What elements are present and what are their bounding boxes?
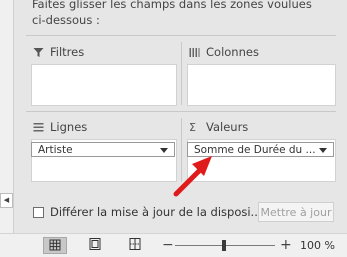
columns-zone-title: Colonnes (189, 45, 259, 59)
page-break-view-button[interactable] (124, 237, 148, 254)
update-button[interactable]: Mettre à jour (258, 202, 334, 222)
zones-vertical-divider-top (181, 42, 182, 105)
columns-icon (189, 47, 200, 58)
red-arrow-annotation (173, 156, 212, 197)
drag-instructions: Faites glisser les champs dans les zones… (32, 0, 332, 28)
chevron-down-icon[interactable] (160, 148, 168, 153)
rows-field-label: Artiste (38, 144, 73, 156)
rows-drop-area[interactable]: Artiste (31, 139, 177, 182)
values-label: Valeurs (206, 120, 249, 134)
grid-view-icon (49, 239, 61, 251)
zones-top-divider (26, 35, 336, 36)
rows-field-artiste[interactable]: Artiste (31, 142, 175, 157)
zones-middle-divider (26, 111, 336, 112)
sigma-icon: Σ (189, 120, 196, 134)
page-layout-icon (89, 238, 101, 250)
zoom-slider-thumb[interactable] (222, 240, 226, 251)
zoom-level[interactable]: 100 % (300, 239, 335, 252)
chevron-down-icon[interactable] (319, 148, 327, 153)
rows-icon (33, 122, 44, 133)
page-layout-view-button[interactable] (84, 237, 108, 254)
columns-label: Colonnes (206, 45, 259, 59)
defer-checkbox[interactable] (33, 206, 44, 218)
filter-icon (33, 47, 44, 58)
filters-zone-title: Filtres (33, 45, 84, 59)
rows-label: Lignes (50, 120, 88, 134)
zoom-out-button[interactable]: − (162, 237, 174, 253)
scroll-left-icon[interactable]: ◀ (0, 193, 13, 208)
defer-layout-update[interactable]: Différer la mise à jour de la disposi... (33, 205, 262, 219)
filters-label: Filtres (50, 45, 85, 59)
defer-label: Différer la mise à jour de la disposi... (50, 205, 262, 219)
columns-drop-area[interactable] (187, 64, 336, 106)
zoom-in-button[interactable]: + (280, 237, 292, 253)
values-zone-title: Σ Valeurs (189, 120, 248, 134)
filters-drop-area[interactable] (31, 64, 177, 106)
instructions-line2: ci-dessous : (32, 13, 100, 27)
normal-view-button[interactable] (43, 237, 67, 254)
rows-zone-title: Lignes (33, 120, 87, 134)
instructions-line1: Faites glisser les champs dans les zones… (32, 0, 312, 11)
left-scroll-area: ◀ (0, 0, 14, 233)
page-break-icon (129, 238, 141, 250)
